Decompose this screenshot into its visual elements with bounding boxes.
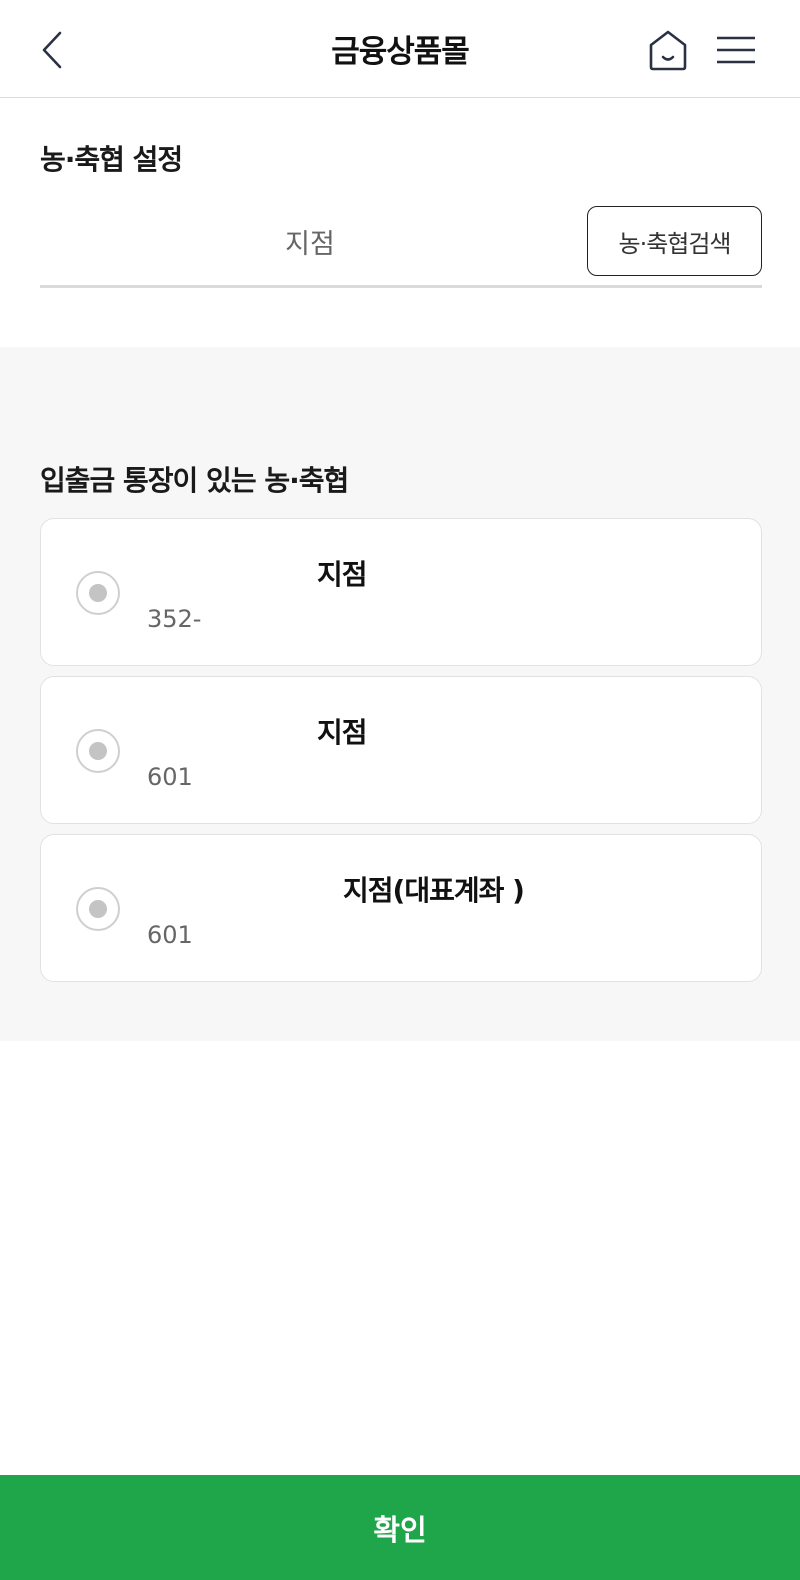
- hamburger-menu-icon: [717, 36, 755, 64]
- section-title: 농·축협 설정: [40, 143, 183, 176]
- branch-name: 지점: [317, 558, 368, 591]
- app-screen: 금융상품몰 농·축협 설정 지점 농·축협검색 입출금 통장이 있는 농·축협 …: [0, 0, 800, 1580]
- list-title: 입출금 통장이 있는 농·축협: [40, 464, 349, 497]
- radio-button[interactable]: [76, 887, 120, 931]
- branch-name: 지점(대표계좌 ): [343, 874, 525, 907]
- account-number: 352-: [147, 605, 202, 633]
- radio-dot: [89, 900, 107, 918]
- radio-dot: [89, 742, 107, 760]
- home-icon: [649, 30, 687, 71]
- account-number: 601: [147, 921, 193, 949]
- account-card[interactable]: 지점(대표계좌 ) 601: [40, 834, 762, 982]
- confirm-button[interactable]: 확인: [0, 1475, 800, 1580]
- radio-button[interactable]: [76, 729, 120, 773]
- branch-name: 지점: [317, 716, 368, 749]
- home-button[interactable]: [646, 28, 690, 72]
- search-coop-button[interactable]: 농·축협검색: [587, 206, 762, 276]
- account-number: 601: [147, 763, 193, 791]
- account-card[interactable]: 지점 601: [40, 676, 762, 824]
- input-underline: [40, 285, 762, 288]
- menu-button[interactable]: [714, 30, 758, 70]
- radio-dot: [89, 584, 107, 602]
- branch-field[interactable]: 지점: [40, 206, 580, 276]
- account-card[interactable]: 지점 352-: [40, 518, 762, 666]
- radio-button[interactable]: [76, 571, 120, 615]
- top-header: 금융상품몰: [0, 0, 800, 98]
